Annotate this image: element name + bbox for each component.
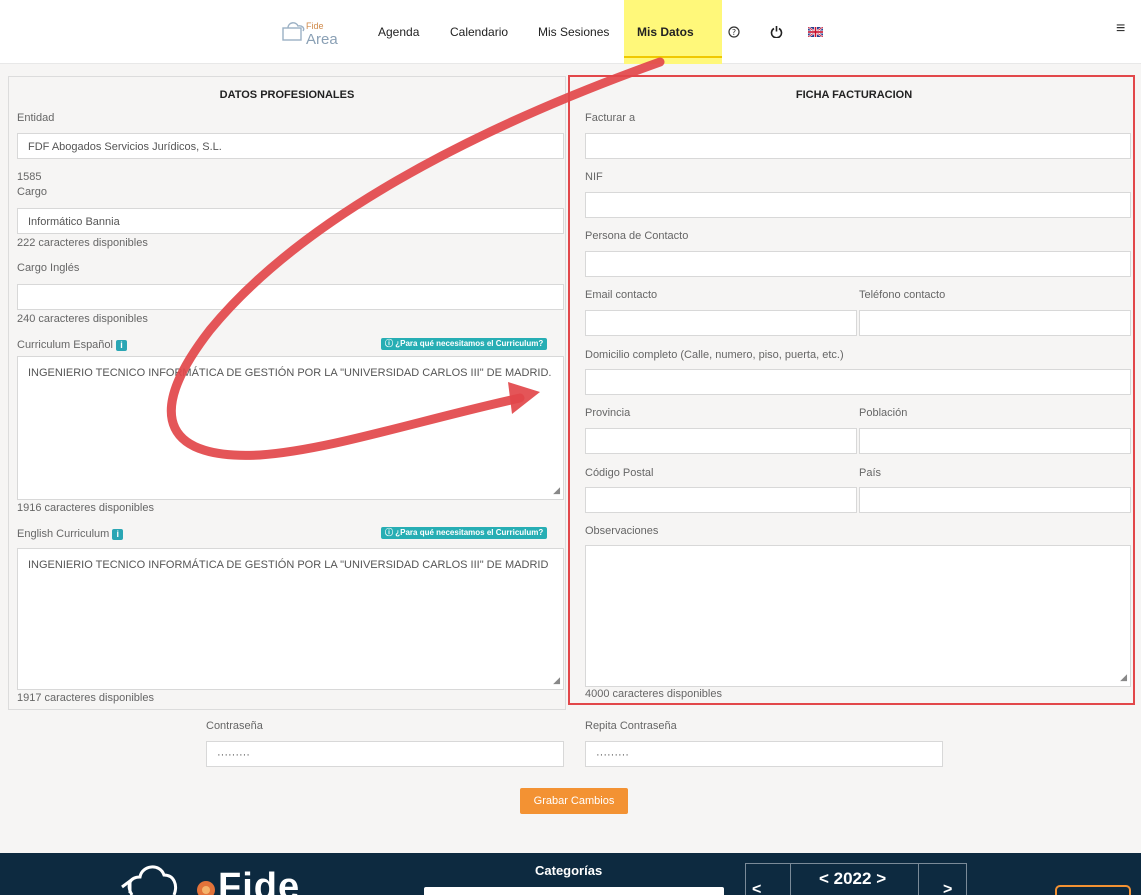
domicilio-label: Domicilio completo (Calle, numero, piso,… xyxy=(585,349,844,361)
resize-grip-icon[interactable]: ◢ xyxy=(553,673,560,687)
help-circle-icon: ⓘ xyxy=(385,339,393,348)
nav-agenda[interactable]: Agenda xyxy=(378,0,419,64)
nav-mis-sesiones[interactable]: Mis Sesiones xyxy=(538,0,609,64)
provincia-field[interactable] xyxy=(585,428,857,454)
repeat-password-field[interactable]: ········· xyxy=(585,741,943,767)
info-icon[interactable]: i xyxy=(115,339,127,351)
categorias-select[interactable] xyxy=(424,887,724,895)
active-underline xyxy=(624,56,722,58)
pais-label: País xyxy=(859,467,882,479)
repeat-password-label: Repita Contraseña xyxy=(585,720,677,732)
nav-mis-datos[interactable]: Mis Datos xyxy=(624,0,722,64)
contacto-label: Persona de Contacto xyxy=(585,230,689,242)
entidad-field[interactable]: FDF Abogados Servicios Jurídicos, S.L. xyxy=(17,133,564,159)
resize-grip-icon[interactable]: ◢ xyxy=(553,483,560,497)
nif-label: NIF xyxy=(585,171,603,183)
top-navbar: Fide Area Agenda Calendario Mis Sesiones… xyxy=(0,0,1141,64)
year-display: < 2022 > xyxy=(819,869,887,888)
curriculum-es-textarea[interactable]: INGENIERIO TECNICO INFORMÁTICA DE GESTIÓ… xyxy=(17,356,564,500)
prev-year-button[interactable]: < xyxy=(752,881,761,895)
pais-field[interactable] xyxy=(859,487,1131,513)
provincia-label: Provincia xyxy=(585,407,631,419)
cargo-label: Cargo xyxy=(17,186,47,198)
logo[interactable]: Fide Area xyxy=(306,20,338,48)
telefono-label: Teléfono contacto xyxy=(859,289,946,301)
footer-brand: Fide xyxy=(218,866,301,895)
divider xyxy=(918,863,919,895)
power-icon[interactable] xyxy=(770,25,783,38)
footer-orange-button[interactable] xyxy=(1055,885,1131,895)
nav-mis-datos-label: Mis Datos xyxy=(637,25,694,39)
logo-bottom: Area xyxy=(306,31,338,48)
help-circle-icon: ⓘ xyxy=(385,528,393,537)
help-circle-icon[interactable]: ? xyxy=(728,26,740,38)
fide-logo-mark-icon xyxy=(197,881,215,895)
observaciones-textarea[interactable]: ◢ xyxy=(585,545,1131,687)
info-icon[interactable]: i xyxy=(112,528,124,540)
cargo-ingles-field[interactable] xyxy=(17,284,564,310)
cargo-counter: 222 caracteres disponibles xyxy=(17,237,148,249)
password-field[interactable]: ········· xyxy=(206,741,564,767)
cloud-arrows-icon xyxy=(121,865,178,895)
resize-grip-icon[interactable]: ◢ xyxy=(1120,670,1127,684)
poblacion-field[interactable] xyxy=(859,428,1131,454)
clipped-row: i xyxy=(14,60,54,66)
save-button[interactable]: Grabar Cambios xyxy=(520,788,628,814)
observaciones-label: Observaciones xyxy=(585,525,659,537)
telefono-field[interactable] xyxy=(859,310,1131,336)
curriculum-en-label-row: English Curriculum i xyxy=(17,528,124,540)
nif-field[interactable] xyxy=(585,192,1131,218)
curriculum-help-button-en[interactable]: ⓘ ¿Para qué necesitamos el Curriculum? xyxy=(381,527,548,539)
domicilio-field[interactable] xyxy=(585,369,1131,395)
curriculum-help-button[interactable]: ⓘ ¿Para qué necesitamos el Curriculum? xyxy=(381,338,548,350)
curriculum-es-label: Curriculum Español xyxy=(17,339,113,351)
curriculum-es-text: INGENIERIO TECNICO INFORMÁTICA DE GESTIÓ… xyxy=(28,367,552,379)
cp-field[interactable] xyxy=(585,487,857,513)
nav-calendario[interactable]: Calendario xyxy=(450,0,508,64)
next-year-button[interactable]: > xyxy=(943,881,952,895)
curriculum-en-counter: 1917 caracteres disponibles xyxy=(17,692,154,704)
ficha-facturacion-title: FICHA FACTURACION xyxy=(795,89,913,101)
cp-label: Código Postal xyxy=(585,467,654,479)
footer-categorias-label: Categorías xyxy=(535,863,603,878)
curriculum-es-counter: 1916 caracteres disponibles xyxy=(17,502,154,514)
contacto-field[interactable] xyxy=(585,251,1131,277)
footer: Fide Categorías < > < 2022 > xyxy=(0,853,1141,895)
cargo-field[interactable]: Informático Bannia xyxy=(17,208,564,234)
observaciones-counter: 4000 caracteres disponibles xyxy=(585,688,722,700)
curriculum-help-label-en: ¿Para qué necesitamos el Curriculum? xyxy=(395,528,544,537)
email-field[interactable] xyxy=(585,310,857,336)
curriculum-en-label: English Curriculum xyxy=(17,528,110,540)
curriculum-en-text: INGENIERIO TECNICO INFORMÁTICA DE GESTIÓ… xyxy=(28,559,549,571)
entidad-label: Entidad xyxy=(17,112,55,124)
hamburger-menu-icon[interactable]: ≡ xyxy=(1116,20,1125,38)
cloud-screen-logo-icon xyxy=(282,22,305,41)
entidad-code: 1585 xyxy=(17,171,42,183)
curriculum-en-textarea[interactable]: INGENIERIO TECNICO INFORMÁTICA DE GESTIÓ… xyxy=(17,548,564,690)
cargo-ingles-label: Cargo Inglés xyxy=(17,262,80,274)
datos-profesionales-title: DATOS PROFESIONALES xyxy=(219,89,355,101)
curriculum-help-label: ¿Para qué necesitamos el Curriculum? xyxy=(395,339,544,348)
facturar-label: Facturar a xyxy=(585,112,636,124)
password-label: Contraseña xyxy=(206,720,263,732)
svg-text:?: ? xyxy=(732,28,736,37)
facturar-field[interactable] xyxy=(585,133,1131,159)
poblacion-label: Población xyxy=(859,407,908,419)
curriculum-es-label-row: Curriculum Español i xyxy=(17,339,127,351)
divider xyxy=(790,863,791,895)
uk-flag-icon[interactable] xyxy=(808,27,823,37)
cargo-ingles-counter: 240 caracteres disponibles xyxy=(17,313,148,325)
email-label: Email contacto xyxy=(585,289,658,301)
